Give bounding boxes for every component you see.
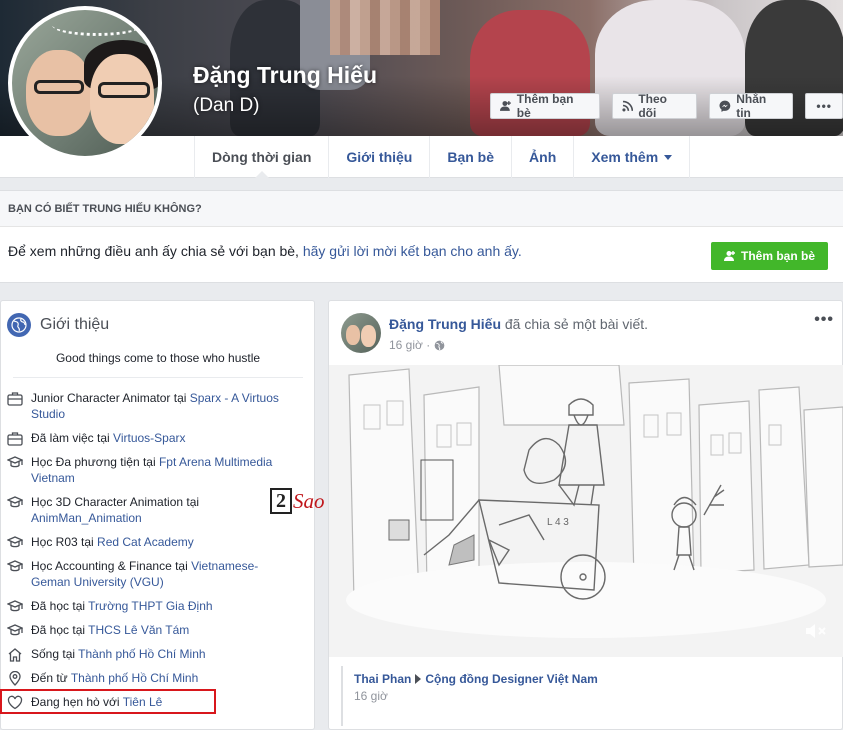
graduation-cap-icon [5,558,25,590]
graduation-cap-icon [5,622,25,638]
intro-title: Giới thiệu [40,316,110,333]
intro-card: Giới thiệu Good things come to those who… [0,300,315,730]
svg-text:L 4 3: L 4 3 [547,517,569,528]
intro-item-text: Đến từ [31,671,71,685]
home-icon [5,646,25,662]
add-friend-icon [723,251,735,261]
post-timestamp[interactable]: 16 giờ · [389,338,430,352]
graduation-cap-icon [5,494,25,526]
add-friend-icon [500,101,511,111]
intro-item-text: Sống tại [31,647,79,661]
video-frame-sketch: L 4 3 [329,365,843,657]
intro-item-text: Học Accounting & Finance tại [31,559,192,573]
tab-friends[interactable]: Bạn bè [429,136,511,178]
intro-item: Học 3D Character Animation tại AnimMan_A… [5,494,314,526]
cover-action-bar: Thêm bạn bè Theo dõi Nhắn tin ••• [490,92,843,120]
post-options-button[interactable]: ••• [814,311,834,329]
intro-item: Học R03 tại Red Cat Academy [5,534,314,550]
globe-icon [7,313,31,337]
more-options-button[interactable]: ••• [805,93,843,119]
prompt-text: Để xem những điều anh ấy chia sẻ với bạn… [8,243,303,259]
intro-item-text: Junior Character Animator tại [31,391,190,405]
highlight-annotation [0,689,216,714]
intro-item: Đã học tại Trường THPT Gia Định [5,598,314,614]
tab-about[interactable]: Giới thiệu [328,136,429,178]
tab-timeline[interactable]: Dòng thời gian [194,136,328,179]
post-action-text: đã chia sẻ một bài viết. [501,316,649,332]
add-friend-green-button[interactable]: Thêm bạn bè [710,242,828,270]
intro-item-text: Đã học tại [31,623,89,637]
intro-item-link[interactable]: Red Cat Academy [97,535,194,549]
intro-item-link[interactable]: THCS Lê Văn Tám [88,623,189,637]
caret-down-icon [664,154,673,160]
intro-item: Học Đa phương tiện tại Fpt Arena Multime… [5,454,314,486]
post-author-name[interactable]: Đặng Trung Hiếu [389,316,501,332]
follow-button[interactable]: Theo dõi [611,92,698,120]
intro-item-text: Học 3D Character Animation tại [31,495,200,509]
briefcase-icon [5,430,25,446]
add-friend-button[interactable]: Thêm bạn bè [490,92,600,120]
intro-item-link[interactable]: Trường THPT Gia Định [88,599,212,613]
intro-item-text: Đã làm việc tại [31,431,114,445]
intro-item: Junior Character Animator tại Sparx - A … [5,390,314,422]
intro-item: Học Accounting & Finance tại Vietnamese-… [5,558,314,590]
prompt-heading: BẠN CÓ BIẾT TRUNG HIẾU KHÔNG? [0,191,843,227]
volume-muted-icon[interactable] [805,622,827,643]
intro-item-text: Đã học tại [31,599,89,613]
intro-item-link[interactable]: AnimMan_Animation [31,511,142,525]
intro-item-link[interactable]: Virtuos-Sparx [113,431,185,445]
video-player[interactable]: L 4 3 [329,365,843,657]
graduation-cap-icon [5,534,25,550]
post-author-avatar[interactable] [341,313,381,353]
profile-avatar[interactable] [8,6,162,160]
message-button[interactable]: Nhắn tin [709,92,794,120]
intro-item: Đã học tại THCS Lê Văn Tám [5,622,314,638]
send-request-link[interactable]: hãy gửi lời mời kết bạn cho anh ấy. [303,243,522,259]
watermark-2sao-logo: 2 Sao [270,488,325,514]
tab-photos[interactable]: Ảnh [511,136,573,178]
graduation-cap-icon [5,598,25,614]
intro-bio: Good things come to those who hustle [13,337,303,378]
intro-item: Đã làm việc tại Virtuos-Sparx [5,430,314,446]
rss-icon [621,100,633,112]
intro-item-link[interactable]: Thành phố Hồ Chí Minh [78,647,205,661]
messenger-icon [719,100,731,112]
intro-item-text: Học Đa phương tiện tại [31,455,159,469]
graduation-cap-icon [5,454,25,486]
intro-list: Junior Character Animator tại Sparx - A … [1,378,314,710]
shared-from-link[interactable]: Thai Phan [354,672,411,686]
arrow-right-icon [415,674,422,684]
shared-post-origin: Thai Phan Cộng đồng Designer Việt Nam 16… [341,666,841,726]
profile-name[interactable]: Đặng Trung Hiếu [193,62,377,89]
intro-item-text: Học R03 tại [31,535,98,549]
intro-item-link[interactable]: Thành phố Hồ Chí Minh [71,671,198,685]
intro-item: Sống tại Thành phố Hồ Chí Minh [5,646,314,662]
tab-more[interactable]: Xem thêm [573,136,691,178]
friend-request-prompt: BẠN CÓ BIẾT TRUNG HIẾU KHÔNG? Để xem nhữ… [0,190,843,283]
shared-group-link[interactable]: Cộng đồng Designer Việt Nam [425,672,597,686]
public-globe-icon [434,340,445,350]
timeline-post: Đặng Trung Hiếu đã chia sẻ một bài viết.… [328,300,843,730]
profile-alternate-name: (Dan D) [193,95,260,116]
intro-item: Đến từ Thành phố Hồ Chí Minh [5,670,314,686]
briefcase-icon [5,390,25,422]
shared-timestamp[interactable]: 16 giờ [354,689,841,703]
location-pin-icon [5,670,25,686]
